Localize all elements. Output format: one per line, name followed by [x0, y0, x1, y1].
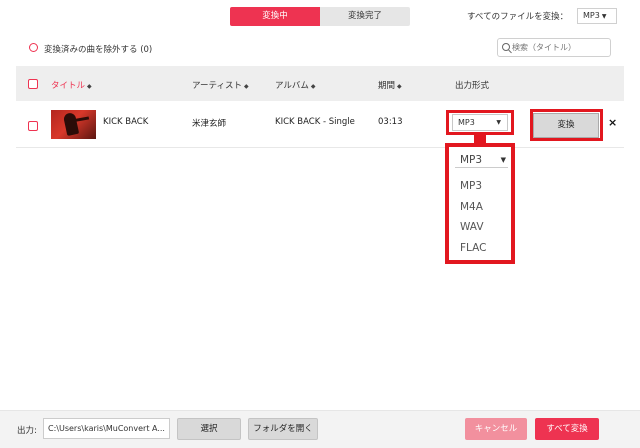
format-option-m4a[interactable]: M4A [460, 201, 483, 213]
highlight-box-format [446, 110, 514, 135]
row-checkbox[interactable] [28, 121, 38, 131]
header-duration[interactable]: 期間 ◆ [378, 79, 402, 91]
album-art [51, 110, 96, 139]
row-title: KICK BACK [103, 117, 149, 127]
highlight-box-convert [530, 109, 603, 141]
global-format-select[interactable]: MP3 ▼ [577, 8, 617, 24]
convert-all-button[interactable]: すべて変換 [535, 418, 599, 440]
output-path-field[interactable]: C:\Users\karis\MuConvert A... [43, 418, 170, 439]
header-format: 出力形式 [455, 81, 490, 91]
tab-converted[interactable]: 変換完了 [320, 7, 410, 26]
header-title-label: タイトル [51, 81, 86, 91]
cancel-button[interactable]: キャンセル [465, 418, 527, 440]
select-folder-button[interactable]: 選択 [177, 418, 241, 440]
convert-all-files-label: すべてのファイルを変換： [467, 12, 569, 22]
header-artist-label: アーティスト [192, 81, 242, 91]
table-header [16, 66, 624, 101]
select-all-checkbox[interactable] [28, 79, 38, 89]
header-album[interactable]: アルバム ◆ [275, 79, 316, 91]
format-dropdown-selected-label: MP3 [460, 154, 483, 166]
close-icon[interactable]: × [608, 117, 617, 128]
row-album: KICK BACK - Single [275, 117, 355, 127]
header-album-label: アルバム [275, 81, 309, 91]
search-icon [502, 43, 510, 51]
format-dropdown: MP3 ▼ MP3 M4A WAV FLAC [445, 143, 515, 264]
format-option-mp3[interactable]: MP3 [460, 180, 482, 192]
search-input[interactable] [512, 41, 608, 54]
sort-icon: ◆ [87, 83, 92, 90]
sort-icon: ◆ [397, 83, 402, 90]
sort-icon: ◆ [310, 83, 316, 90]
row-duration: 03:13 [378, 117, 403, 127]
format-dropdown-selected[interactable]: MP3 ▼ [455, 152, 508, 168]
output-label: 出力: [17, 426, 37, 436]
row-artist: 米津玄師 [192, 119, 227, 129]
chevron-down-icon: ▼ [500, 156, 506, 164]
header-title[interactable]: タイトル ◆ [51, 79, 92, 91]
header-artist[interactable]: アーティスト ◆ [192, 79, 249, 91]
format-option-flac[interactable]: FLAC [460, 242, 486, 254]
chevron-down-icon: ▼ [601, 13, 607, 20]
format-option-wav[interactable]: WAV [460, 221, 484, 233]
exclude-converted-label: 変換済みの曲を除外する (0) [44, 45, 153, 55]
exclude-converted-radio[interactable] [29, 43, 38, 52]
search-box[interactable] [497, 38, 611, 57]
sort-icon: ◆ [243, 83, 249, 90]
tab-converting[interactable]: 変換中 [230, 7, 320, 26]
header-duration-label: 期間 [378, 81, 396, 91]
global-format-value: MP3 [583, 11, 600, 20]
open-folder-button[interactable]: フォルダを開く [248, 418, 318, 440]
